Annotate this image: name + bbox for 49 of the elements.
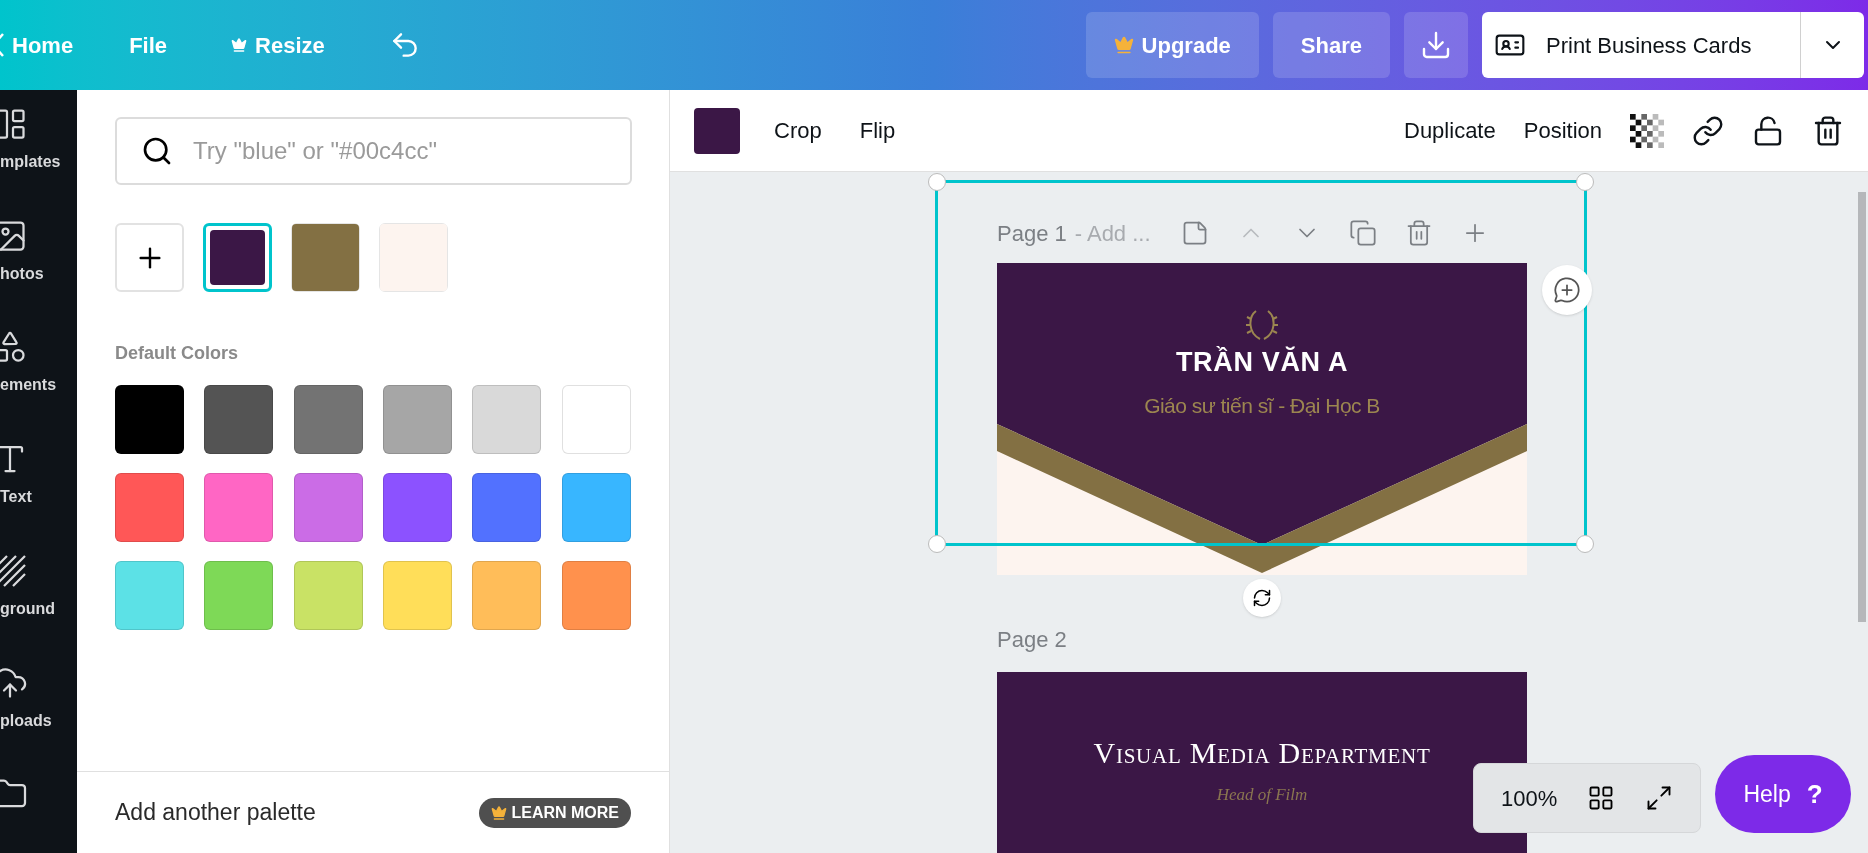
rotate-icon — [1252, 588, 1272, 608]
side-rail-item[interactable]: mplates — [0, 106, 77, 183]
search-input[interactable]: Try "blue" or "#00c4cc" — [193, 133, 606, 169]
side-rail-item[interactable]: ground — [0, 552, 77, 630]
side-rail-item[interactable]: ements — [0, 329, 77, 407]
business-card[interactable]: TRẦN VĂN A Giáo sư tiến sĩ - Đại Học B — [997, 263, 1527, 575]
download-icon — [1420, 29, 1452, 61]
rotate-handle[interactable] — [1243, 579, 1281, 617]
hatch-icon — [0, 552, 28, 589]
add-color-button[interactable] — [115, 223, 184, 292]
card-subtitle: Giáo sư tiến sĩ - Đại Học B — [1144, 393, 1380, 419]
print-button[interactable]: Print Business Cards — [1482, 12, 1800, 78]
page-label: Page 1 — [997, 219, 1067, 248]
lock-icon[interactable] — [1752, 114, 1784, 147]
resize-handle[interactable] — [1576, 173, 1594, 191]
side-rail-item[interactable]: hotos — [0, 217, 77, 295]
toolbar-button[interactable]: Position — [1523, 114, 1602, 147]
toolbar-button[interactable]: Duplicate — [1404, 114, 1496, 147]
section-heading: Default Colors — [115, 342, 239, 365]
download-button[interactable] — [1404, 12, 1468, 78]
crown-icon — [231, 37, 248, 53]
learn-more-badge[interactable]: LEARN MORE — [479, 797, 631, 828]
resize-handle[interactable] — [1576, 535, 1594, 553]
crown-icon — [1113, 35, 1134, 55]
fill-color-button[interactable] — [694, 107, 740, 154]
copy-icon[interactable] — [1348, 219, 1377, 247]
crown-icon — [491, 804, 508, 821]
resize-handle[interactable] — [928, 535, 946, 553]
layout-icon — [0, 106, 28, 142]
toolbar-button[interactable]: Flip — [855, 114, 900, 147]
add-comment-button[interactable] — [1542, 265, 1592, 315]
card-title: Visual Media Department — [1093, 738, 1431, 768]
side-rail-item[interactable]: Text — [0, 441, 77, 518]
palette-label: Add another palette — [115, 798, 316, 828]
card-subtitle: Head of Film — [1216, 784, 1308, 806]
help-button[interactable]: Help ? — [1715, 755, 1851, 833]
trash-icon[interactable] — [1812, 114, 1844, 147]
transparency-icon[interactable] — [1630, 113, 1664, 148]
comment-plus-icon — [1553, 276, 1581, 304]
side-rail-item[interactable]: ploads — [0, 664, 77, 742]
resize-handle[interactable] — [928, 173, 946, 191]
search-field[interactable]: Try "blue" or "#00c4cc" — [115, 117, 632, 185]
search-icon — [141, 135, 173, 167]
page-label: Page 2 — [997, 626, 1068, 654]
action-button[interactable]: Share — [1272, 12, 1390, 78]
toolbar-button[interactable]: Crop — [770, 114, 826, 147]
color-swatch[interactable] — [203, 223, 272, 292]
action-button[interactable]: Upgrade — [1085, 12, 1259, 78]
link-icon[interactable] — [1692, 114, 1724, 147]
